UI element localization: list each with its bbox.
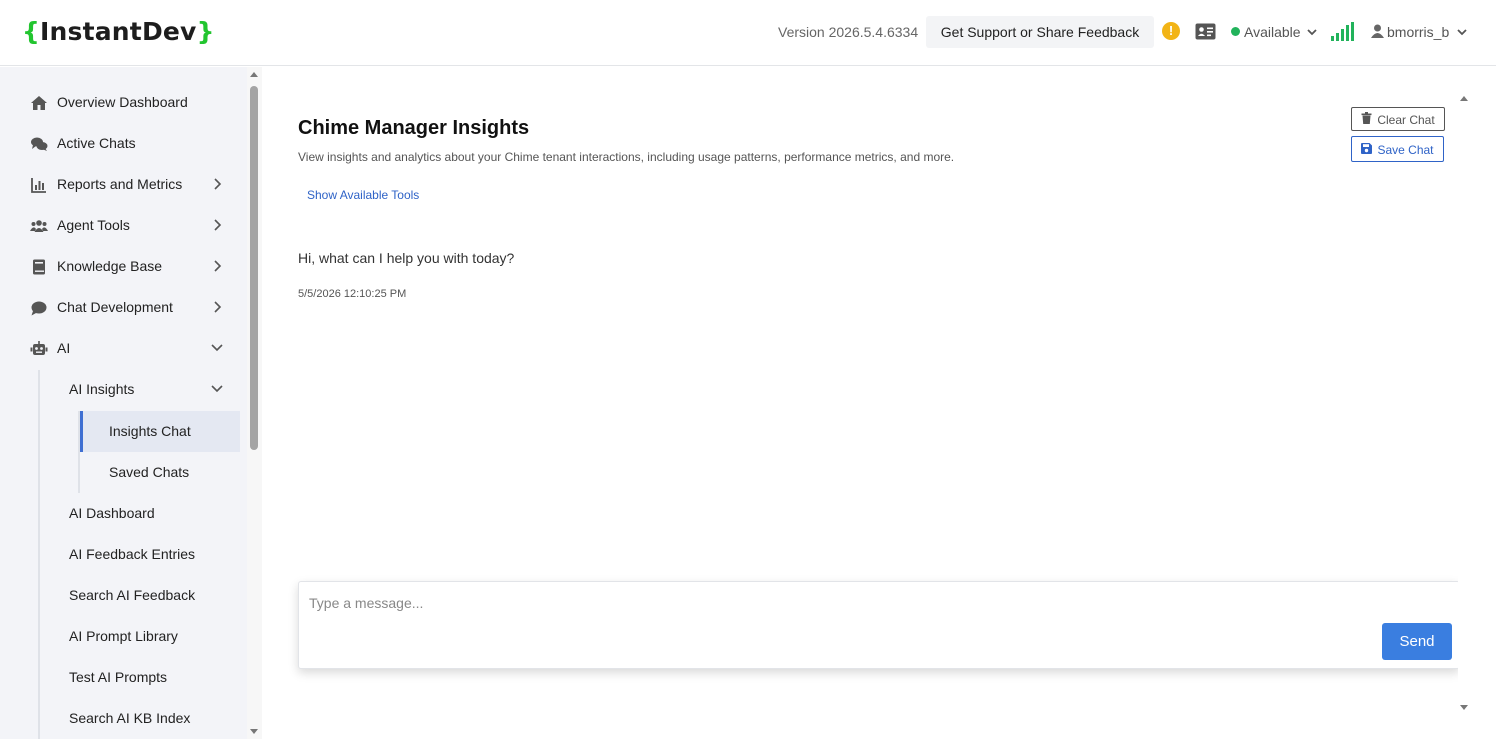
status-dot-icon xyxy=(1231,27,1240,36)
sidebar-item-agent-tools[interactable]: Agent Tools xyxy=(0,205,247,246)
sidebar-item-ai-insights[interactable]: AI Insights xyxy=(40,369,247,410)
logo-brace-open: { xyxy=(22,17,40,46)
sidebar-item-label: AI Prompt Library xyxy=(69,628,178,644)
page-subtitle: View insights and analytics about your C… xyxy=(298,150,955,164)
main-scroll-up-arrow[interactable] xyxy=(1460,96,1468,101)
message-timestamp: 5/5/2026 12:10:25 PM xyxy=(298,288,407,300)
show-available-tools-link[interactable]: Show Available Tools xyxy=(307,188,419,202)
sidebar-item-label: Active Chats xyxy=(57,135,136,151)
sidebar-scroll-down-arrow[interactable] xyxy=(250,729,258,734)
sidebar-scrollbar-thumb[interactable] xyxy=(250,86,258,450)
message-input[interactable] xyxy=(309,592,1369,614)
sidebar-item-label: AI Dashboard xyxy=(69,505,155,521)
chevron-right-icon xyxy=(214,301,222,313)
sidebar-item-knowledge-base[interactable]: Knowledge Base xyxy=(0,246,247,287)
logo-text: InstantDev xyxy=(40,17,197,46)
sidebar-item-ai[interactable]: AI xyxy=(0,328,247,369)
comment-icon xyxy=(31,301,47,316)
user-menu-dropdown[interactable]: bmorris_b xyxy=(1371,24,1467,40)
support-feedback-button[interactable]: Get Support or Share Feedback xyxy=(926,16,1154,48)
top-header: {InstantDev} Version 2026.5.4.6334 Get S… xyxy=(0,0,1496,66)
clear-chat-button[interactable]: Clear Chat xyxy=(1351,107,1445,131)
sidebar-item-chat-development[interactable]: Chat Development xyxy=(0,287,247,328)
book-icon xyxy=(33,259,45,275)
sidebar-item-overview-dashboard[interactable]: Overview Dashboard xyxy=(0,82,247,123)
warning-icon[interactable]: ! xyxy=(1162,22,1180,40)
save-chat-button[interactable]: Save Chat xyxy=(1351,136,1444,162)
sidebar-item-search-ai-feedback[interactable]: Search AI Feedback xyxy=(40,575,247,616)
save-chat-label: Save Chat xyxy=(1377,142,1434,157)
chevron-down-icon xyxy=(211,344,223,352)
signal-strength-icon xyxy=(1331,22,1354,41)
sidebar-item-label: Overview Dashboard xyxy=(57,94,188,110)
sidebar-item-insights-chat[interactable]: Insights Chat xyxy=(80,411,240,452)
logo-brace-close: } xyxy=(196,17,215,46)
send-button[interactable]: Send xyxy=(1382,623,1452,660)
chevron-down-icon xyxy=(1307,29,1318,36)
chats-icon xyxy=(31,137,48,151)
sidebar-item-search-ai-kb-index[interactable]: Search AI KB Index xyxy=(40,698,247,739)
sidebar-item-label: Chat Development xyxy=(57,299,173,315)
page-title: Chime Manager Insights xyxy=(298,117,530,139)
floppy-disk-icon xyxy=(1361,142,1373,154)
availability-status-dropdown[interactable]: Available xyxy=(1231,24,1318,40)
sidebar-item-ai-dashboard[interactable]: AI Dashboard xyxy=(40,493,247,534)
assistant-message: Hi, what can I help you with today? xyxy=(298,250,515,266)
chevron-down-icon xyxy=(1457,29,1467,36)
chevron-right-icon xyxy=(214,260,222,272)
user-icon xyxy=(1371,24,1384,38)
robot-icon xyxy=(30,341,48,355)
chevron-down-icon xyxy=(211,385,223,393)
sidebar-item-label: Agent Tools xyxy=(57,217,130,233)
sidebar-item-label: Search AI KB Index xyxy=(69,710,191,726)
sidebar-item-label: Knowledge Base xyxy=(57,258,163,274)
sidebar-item-label: AI Insights xyxy=(69,381,135,397)
sidebar-nav: Overview Dashboard Active Chats Reports … xyxy=(0,67,247,739)
main-scrollbar[interactable] xyxy=(1458,90,1470,720)
sidebar-item-label: AI xyxy=(57,340,71,356)
sidebar-item-label: Search AI Feedback xyxy=(69,587,196,603)
chart-icon xyxy=(31,178,46,193)
main-scroll-down-arrow[interactable] xyxy=(1460,705,1468,710)
sidebar-scroll-up-arrow[interactable] xyxy=(250,72,258,77)
sidebar-item-label: AI Feedback Entries xyxy=(69,546,196,562)
sidebar-item-label: Insights Chat xyxy=(109,423,191,439)
trash-icon xyxy=(1361,111,1372,124)
sidebar-item-active-chats[interactable]: Active Chats xyxy=(0,123,247,164)
sidebar-item-reports-and-metrics[interactable]: Reports and Metrics xyxy=(0,164,247,205)
home-icon xyxy=(31,96,47,110)
sidebar-item-ai-prompt-library[interactable]: AI Prompt Library xyxy=(40,616,247,657)
sidebar-item-saved-chats[interactable]: Saved Chats xyxy=(80,452,240,493)
chevron-right-icon xyxy=(214,178,222,190)
status-label: Available xyxy=(1244,24,1301,40)
sidebar-item-label: Test AI Prompts xyxy=(69,669,168,685)
chevron-right-icon xyxy=(214,219,222,231)
sidebar-item-label: Reports and Metrics xyxy=(57,176,183,192)
clear-chat-label: Clear Chat xyxy=(1377,112,1435,127)
sidebar-item-ai-feedback-entries[interactable]: AI Feedback Entries xyxy=(40,534,247,575)
username-label: bmorris_b xyxy=(1387,24,1450,40)
sidebar-item-label: Saved Chats xyxy=(109,464,190,480)
users-icon xyxy=(30,220,48,232)
sidebar-item-test-ai-prompts[interactable]: Test AI Prompts xyxy=(40,657,247,698)
message-composer: Send xyxy=(298,581,1460,669)
app-logo[interactable]: {InstantDev} xyxy=(22,17,215,46)
version-label: Version 2026.5.4.6334 xyxy=(778,24,919,40)
contact-card-icon[interactable] xyxy=(1195,23,1216,40)
